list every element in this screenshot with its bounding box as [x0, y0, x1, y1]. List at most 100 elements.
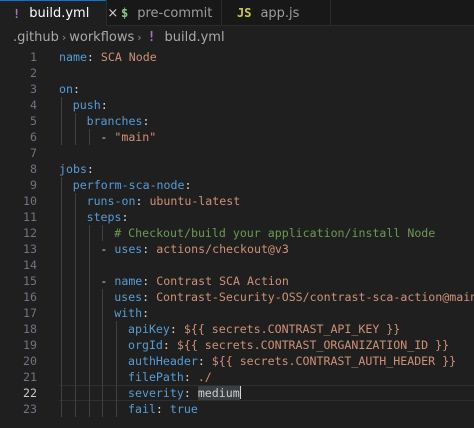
line-number: 4 — [30, 98, 37, 112]
code-line[interactable]: 7 — [0, 145, 474, 161]
code-line[interactable]: 13 - uses: actions/checkout@v3 — [0, 241, 474, 257]
breadcrumb-file[interactable]: build.yml — [164, 30, 224, 45]
code-text: - uses: actions/checkout@v3 — [100, 241, 288, 257]
tab-app-js[interactable]: JS app.js — [222, 0, 330, 26]
yaml-key: on — [59, 82, 73, 96]
code-text: with: — [114, 305, 149, 321]
code-text: jobs: — [59, 161, 94, 177]
code-line[interactable]: 18 apiKey: ${{ secrets.CONTRAST_API_KEY }… — [0, 321, 474, 337]
yaml-key: name — [59, 50, 87, 64]
code-line[interactable]: 1 name: SCA Node — [0, 49, 474, 65]
code-line[interactable]: 8 jobs: — [0, 161, 474, 177]
punctuation: : — [100, 98, 108, 112]
punctuation: : — [183, 386, 198, 400]
line-number: 13 — [23, 242, 37, 256]
code-line[interactable]: 3 on: — [0, 81, 474, 97]
code-text: severity: medium — [128, 385, 241, 401]
punctuation: : — [142, 274, 157, 288]
yaml-key: apiKey — [128, 322, 170, 336]
code-text: perform-sca-node: — [73, 177, 192, 193]
yaml-key: steps — [86, 210, 122, 224]
punctuation: - — [100, 130, 115, 144]
code-text: orgId: ${{ secrets.CONTRAST_ORGANIZATION… — [128, 337, 449, 353]
shell-file-icon: $ — [121, 6, 129, 20]
punctuation: : — [86, 50, 101, 64]
current-line-highlight — [59, 385, 474, 401]
breadcrumb-folder-workflows[interactable]: workflows — [69, 30, 134, 45]
code-text: push: — [73, 97, 108, 113]
code-line[interactable]: 5 branches: — [0, 113, 474, 129]
punctuation: : — [142, 290, 157, 304]
yaml-value: ./ — [197, 370, 212, 384]
line-number: 1 — [30, 50, 37, 64]
yaml-key: severity — [128, 386, 184, 400]
code-line[interactable]: 20 authHeader: ${{ secrets.CONTRAST_AUTH_… — [0, 353, 474, 369]
punctuation: : — [142, 242, 157, 256]
indent-guide — [88, 129, 90, 145]
code-text: - "main" — [100, 129, 156, 145]
tab-label: build.yml — [29, 6, 90, 21]
code-line[interactable]: 9 perform-sca-node: — [0, 177, 474, 193]
yaml-key: fail — [128, 402, 156, 416]
javascript-file-icon: JS — [237, 6, 252, 20]
line-number: 17 — [23, 306, 37, 320]
line-number: 22 — [23, 386, 37, 400]
code-text: - name: Contrast SCA Action — [100, 273, 288, 289]
code-line[interactable]: 4 push: — [0, 97, 474, 113]
code-line[interactable]: 16 uses: Contrast-Security-OSS/contrast-s… — [0, 289, 474, 305]
punctuation: : — [72, 82, 80, 96]
tab-pre-commit[interactable]: $ pre-commit — [107, 0, 221, 26]
punctuation: : — [197, 354, 212, 368]
yaml-key: orgId — [128, 338, 163, 352]
indent-guide — [88, 225, 90, 417]
yaml-value: Contrast SCA Action — [156, 274, 289, 288]
punctuation: : — [155, 402, 170, 416]
indent-guide — [102, 225, 104, 241]
punctuation: : — [169, 322, 184, 336]
tab-build-yml[interactable]: ! build.yml × — [0, 0, 118, 26]
yaml-key: uses — [114, 242, 143, 256]
code-line[interactable]: 6 - "main" — [0, 129, 474, 145]
line-number: 10 — [23, 194, 37, 208]
line-number: 14 — [23, 258, 37, 272]
chevron-right-icon: › — [61, 30, 67, 44]
line-number: 20 — [23, 354, 37, 368]
code-line[interactable]: 17 with: — [0, 305, 474, 321]
code-line[interactable]: 19 orgId: ${{ secrets.CONTRAST_ORGANIZATI… — [0, 337, 474, 353]
code-text: on: — [59, 81, 80, 97]
breadcrumb-folder-github[interactable]: .github — [13, 30, 59, 45]
code-text: apiKey: ${{ secrets.CONTRAST_API_KEY }} — [128, 321, 400, 337]
code-line[interactable]: 2 — [0, 65, 474, 81]
tab-label: pre-commit — [137, 5, 213, 21]
line-number: 5 — [30, 114, 37, 128]
code-editor[interactable]: 1 name: SCA Node 2 3 on: 4 push: 5 branches: 6 - "… — [0, 48, 474, 428]
code-text: runs-on: ubuntu-latest — [87, 193, 241, 209]
code-line[interactable]: 21 filePath: ./ — [0, 369, 474, 385]
line-number: 18 — [23, 322, 37, 336]
line-number: 7 — [30, 146, 37, 160]
code-line[interactable]: 22 severity: medium — [0, 385, 474, 401]
code-line[interactable]: 12 # Checkout/build your application/inst… — [0, 225, 474, 241]
yaml-key: with — [114, 306, 143, 320]
yaml-value: SCA Node — [100, 50, 157, 64]
punctuation: : — [121, 210, 129, 224]
line-number: 15 — [23, 274, 37, 288]
punctuation: : — [162, 338, 177, 352]
line-number: 12 — [23, 226, 37, 240]
punctuation: - — [100, 242, 115, 256]
punctuation: : — [184, 178, 192, 192]
code-line[interactable]: 11 steps: — [0, 209, 474, 225]
yaml-value: ubuntu-latest — [149, 194, 241, 208]
code-line[interactable]: 15 - name: Contrast SCA Action — [0, 273, 474, 289]
line-number: 2 — [30, 66, 37, 80]
yaml-key: uses — [114, 290, 143, 304]
yaml-key: jobs — [59, 162, 87, 176]
code-line[interactable]: 10 runs-on: ubuntu-latest — [0, 193, 474, 209]
yaml-value: ${{ secrets.CONTRAST_AUTH_HEADER }} — [211, 354, 457, 368]
indent-guide — [61, 97, 62, 145]
code-line[interactable]: 23 fail: true — [0, 401, 474, 417]
code-line[interactable]: 14 — [0, 257, 474, 273]
indent-guide — [116, 321, 118, 417]
line-number: 9 — [30, 178, 37, 192]
line-number: 6 — [30, 130, 37, 144]
